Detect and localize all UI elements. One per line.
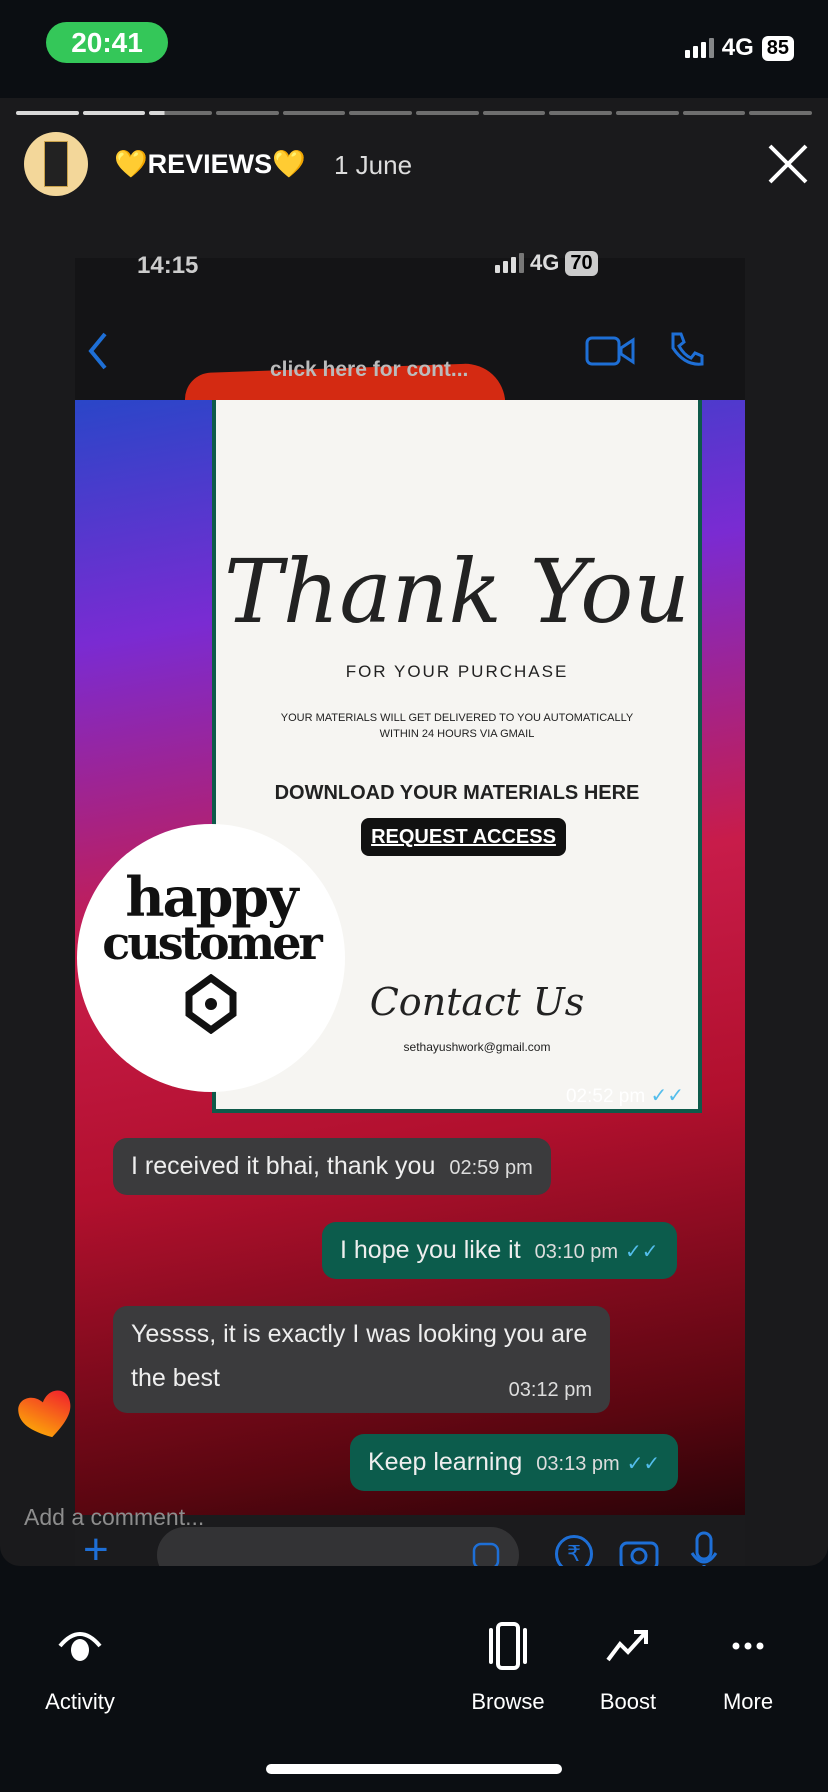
card-heading: Thank You [224,540,690,643]
status-time: 20:41 [71,26,143,58]
progress-segment [149,111,213,115]
nav-boost[interactable]: Boost [568,1620,688,1715]
progress-segment [482,111,546,115]
trending-up-icon [606,1630,648,1662]
status-indicators: 4G 85 [684,34,794,62]
story-progress [16,111,813,115]
nav-label: More [722,1689,774,1714]
sticker-icon [472,1542,500,1566]
more-dots-icon [732,1642,764,1650]
microphone-icon [690,1531,718,1566]
signal-icon [495,253,524,273]
battery-icon: 70 [565,250,598,276]
progress-segment [282,111,346,115]
lotus-logo-icon [185,973,237,1035]
chat-area: Thank You FOR YOUR PURCHASE YOUR MATERIA… [75,400,745,1515]
double-check-icon: ✓✓ [625,1241,659,1263]
nav-browse[interactable]: Browse [448,1620,568,1715]
message-outgoing: I hope you like it 03:10 pm ✓✓ [322,1222,677,1279]
progress-segment [616,111,679,115]
network-label: 4G [721,34,754,61]
progress-segment [82,111,146,115]
double-check-icon: ✓✓ [626,1453,661,1475]
progress-segment [749,111,813,115]
story-date: 1 June [334,150,413,180]
signal-icon [684,38,714,58]
card-subheading: FOR YOUR PURCHASE [345,662,569,681]
progress-segment [16,111,79,115]
nav-label: Browse [471,1689,545,1714]
double-check-icon: ✓✓ [650,1085,684,1107]
nav-more[interactable]: More [688,1620,808,1715]
browse-phone-icon [489,1622,527,1670]
video-call-icon [585,336,635,366]
progress-segment [416,111,479,115]
message-time: 03:13 pm [536,1453,620,1475]
request-access-button: REQUEST ACCESS [361,818,566,856]
back-chevron-icon [88,332,107,370]
card-time-text: 02:52 pm [565,1086,646,1107]
message-field [157,1527,519,1566]
camera-icon [619,1541,659,1566]
activity-eye-icon [58,1632,102,1661]
progress-segment [682,111,746,115]
nav-label: Activity [45,1689,115,1714]
message-incoming: I received it bhai, thank you 02:59 pm [113,1138,551,1195]
sticker-line1: happy [125,865,298,929]
sticker-line2: customer [102,916,322,970]
card-note: YOUR MATERIALS WILL GET DELIVERED TO YOU… [280,712,634,724]
plus-icon: + [83,1525,109,1566]
story-title[interactable]: 💛REVIEWS💛 [114,148,306,180]
progress-segment [549,111,613,115]
message-time: 03:10 pm [534,1241,619,1263]
rupee-payment-icon: ₹ [555,1535,593,1566]
card-note: WITHIN 24 HOURS VIA GMAIL [379,728,535,740]
message-incoming: Yessss, it is exactly I was looking you … [113,1306,610,1413]
comment-input[interactable]: Add a comment... [24,1504,204,1531]
story-viewer[interactable]: 4G 70 14:15 click here for cont... Thank… [0,98,828,1566]
heart-reaction-icon[interactable] [16,1386,76,1442]
avatar[interactable] [24,132,88,196]
message-text: Keep learning [368,1448,523,1476]
progress-segment [349,111,413,115]
phone-call-icon [671,332,704,366]
battery-icon: 85 [761,35,794,61]
story-image-whatsapp-screenshot: 4G 70 14:15 click here for cont... Thank… [75,250,745,1566]
message-outgoing: Keep learning 03:13 pm ✓✓ [350,1434,679,1491]
network-label: 4G [530,250,560,275]
nav-label: Boost [599,1689,657,1714]
screenshot-status: 4G 70 [495,250,598,276]
card-time: 02:52 pm ✓✓ [566,1083,684,1108]
message-time: 02:59 pm [449,1157,533,1179]
close-icon[interactable] [766,142,810,186]
card-download-text: DOWNLOAD YOUR MATERIALS HERE [274,782,640,804]
message-text: I received it bhai, thank you [131,1152,436,1180]
contact-subtitle: click here for cont... [270,358,469,381]
progress-segment [216,111,279,115]
message-time: 03:12 pm [508,1379,592,1401]
home-indicator[interactable] [266,1764,562,1774]
happy-customer-sticker: happy customer [77,824,345,1092]
message-text: I hope you like it [340,1236,521,1264]
nav-activity[interactable]: Activity [20,1620,140,1715]
screenshot-time: 14:15 [137,252,199,279]
status-time-pill: 20:41 [46,22,168,63]
